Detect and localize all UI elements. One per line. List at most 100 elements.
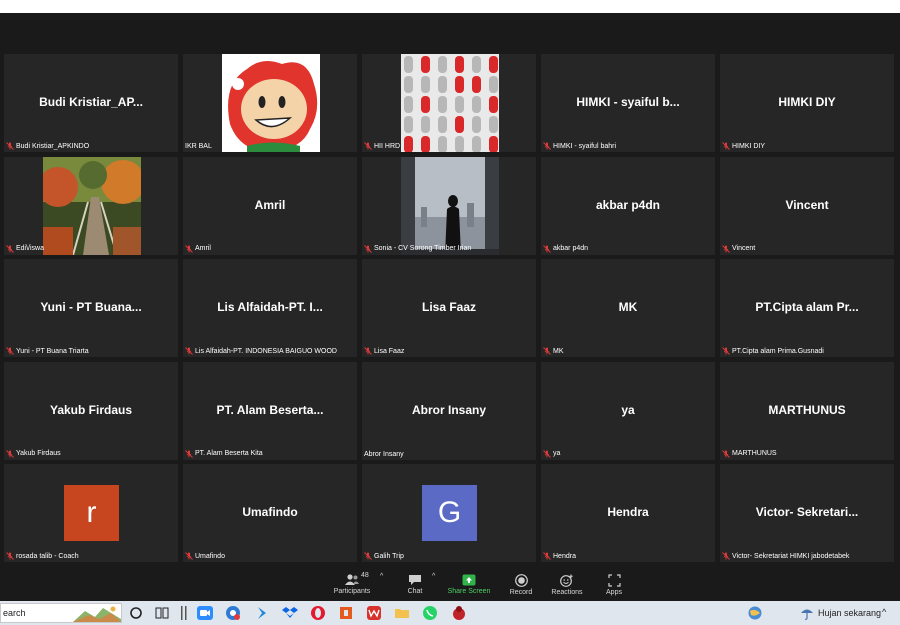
visual-studio-code-icon[interactable] [254, 605, 270, 621]
participant-tile[interactable]: Vincent Vincent [720, 156, 894, 255]
participant-display-name: Victor- Sekretari... [755, 505, 859, 519]
participant-label-text: Hendra [553, 552, 576, 560]
participant-tile[interactable]: Lisa Faaz Lisa Faaz [362, 259, 536, 357]
participant-label-text: Umafindo [195, 552, 225, 560]
participant-name-label: HII HRD [364, 142, 400, 150]
participant-display-name: Hendra [607, 505, 649, 519]
apps-button[interactable]: Apps [584, 574, 644, 596]
participant-label-text: HIMKI - syaiful bahri [553, 142, 617, 150]
file-explorer-icon[interactable] [394, 605, 410, 621]
muted-microphone-icon [364, 552, 372, 560]
participant-tile[interactable]: Hendra Hendra [541, 464, 715, 562]
gallery-grid: Budi Kristiar_AP... Budi Kristiar_APKINDO… [4, 54, 898, 564]
participant-tile[interactable]: G Galih Trip [362, 464, 536, 562]
tray-globe-icon[interactable] [747, 605, 763, 621]
participant-tile[interactable]: Umafindo Umafindo [183, 464, 357, 562]
chrome-icon[interactable] [225, 605, 241, 621]
participant-tile[interactable]: Yakub Firdaus Yakub Firdaus [4, 361, 178, 460]
tray-overflow-caret-icon[interactable]: ^ [882, 607, 886, 617]
participant-tile[interactable]: HIMKI - syaiful b... HIMKI - syaiful bahr… [541, 54, 715, 152]
participant-display-name: MARTHUNUS [768, 402, 846, 417]
participant-label-text: Abror Insany [364, 450, 404, 458]
participant-label-text: rosada talib - Coach [16, 552, 79, 560]
cortana-icon[interactable] [128, 605, 144, 621]
participant-name-label: Sonia - CV Sorong Timber Irian [364, 244, 471, 253]
participant-display-name: Umafindo [242, 505, 298, 519]
office-icon[interactable] [338, 605, 354, 621]
participant-name-label: HIMKI - syaiful bahri [543, 142, 616, 150]
muted-microphone-icon [543, 244, 551, 253]
participant-display-name: ya [621, 402, 635, 417]
participant-label-text: akbar p4dn [553, 245, 589, 252]
opera-icon[interactable] [310, 605, 326, 621]
task-view-icon[interactable] [154, 605, 170, 621]
participant-tile[interactable]: Victor- Sekretari... Victor- Sekretariat … [720, 464, 894, 562]
share-screen-button[interactable]: Share Screen [439, 574, 499, 595]
participant-display-name: Yakub Firdaus [49, 402, 133, 417]
participants-button[interactable]: Participants [322, 574, 382, 595]
participant-display-name: akbar p4dn [595, 197, 661, 212]
participant-tile[interactable]: akbar p4dn akbar p4dn [541, 156, 715, 255]
participant-tile[interactable]: r rosada talib - Coach [4, 464, 178, 562]
participant-tile[interactable]: IKR BAL [183, 54, 357, 152]
landscape-banner-icon [73, 606, 121, 622]
participant-name-label: MARTHUNUS [722, 449, 777, 458]
participant-name-label: Budi Kristiar_APKINDO [6, 142, 89, 150]
rain-weather-icon [801, 609, 813, 620]
participant-display-name: MK [618, 300, 638, 314]
participant-tile[interactable]: Amril Amril [183, 156, 357, 255]
participant-tile[interactable]: PT. Alam Beserta... PT. Alam Beserta Kita [183, 361, 357, 460]
muted-microphone-icon [722, 552, 730, 560]
dropbox-icon[interactable] [282, 605, 298, 621]
record-label: Record [509, 589, 533, 596]
participant-display-name: PT. Alam Beserta... [216, 402, 324, 417]
participant-tile[interactable]: MK MK [541, 259, 715, 357]
red-app-icon[interactable] [451, 605, 467, 621]
muted-microphone-icon [722, 244, 730, 253]
participant-tile[interactable]: MARTHUNUS MARTHUNUS [720, 361, 894, 460]
participant-tile[interactable]: Yuni - PT Buana... Yuni - PT Buana Triart… [4, 259, 178, 357]
participant-tile[interactable]: HIMKI DIY HIMKI DIY [720, 54, 894, 152]
participants-caret-icon[interactable]: ^ [380, 573, 383, 580]
participant-tile[interactable]: Edi\/iswa [4, 156, 178, 255]
participant-display-name: Lisa Faaz [421, 300, 477, 314]
participant-tile[interactable]: ya ya [541, 361, 715, 460]
participant-avatar: G [422, 485, 477, 541]
participant-name-label: Vincent [722, 244, 756, 253]
whatsapp-icon[interactable] [422, 605, 438, 621]
taskbar-search-box[interactable]: earch [0, 603, 122, 623]
participant-tile[interactable]: Lis Alfaidah-PT. I... Lis Alfaidah-PT. IN… [183, 259, 357, 357]
participant-label-text: MK [553, 347, 564, 355]
participant-avatar: r [64, 485, 119, 541]
reactions-label: Reactions [551, 589, 583, 596]
participant-display-name: Budi Kristiar_AP... [39, 95, 143, 109]
smiley-icon [560, 574, 573, 587]
participant-tile[interactable]: Abror Insany Abror Insany [362, 361, 536, 460]
chat-caret-icon[interactable]: ^ [432, 573, 435, 580]
participant-display-name: PT.Cipta alam Pr... [755, 300, 859, 314]
apps-label: Apps [606, 589, 622, 596]
participant-label-text: Yuni - PT Buana Triarta [16, 347, 89, 355]
participant-name-label: akbar p4dn [543, 244, 589, 253]
zoom-app-icon[interactable] [197, 605, 213, 621]
chat-label: Chat [407, 588, 423, 595]
participant-tile[interactable]: HII HRD [362, 54, 536, 152]
chat-button[interactable]: Chat [385, 574, 445, 595]
participant-name-label: Edi\/iswa [6, 244, 44, 253]
participant-video-thumbnail [222, 54, 320, 152]
participant-tile[interactable]: Sonia - CV Sorong Timber Irian [362, 156, 536, 255]
participant-name-label: Yakub Firdaus [6, 449, 61, 458]
participant-name-label: Yuni - PT Buana Triarta [6, 347, 89, 355]
participant-label-text: Amril [195, 245, 211, 252]
muted-microphone-icon [185, 552, 193, 560]
participant-tile[interactable]: Budi Kristiar_AP... Budi Kristiar_APKINDO [4, 54, 178, 152]
weather-text[interactable]: Hujan sekarang [818, 608, 881, 618]
participant-name-label: ya [543, 449, 561, 458]
wps-writer-icon[interactable] [366, 605, 382, 621]
participant-tile[interactable]: PT.Cipta alam Pr... PT.Cipta alam Prima.G… [720, 259, 894, 357]
muted-microphone-icon [6, 347, 14, 355]
muted-microphone-icon [6, 244, 14, 253]
participant-label-text: Vincent [732, 245, 756, 252]
muted-microphone-icon [722, 347, 730, 355]
participant-label-text: ya [553, 450, 561, 457]
